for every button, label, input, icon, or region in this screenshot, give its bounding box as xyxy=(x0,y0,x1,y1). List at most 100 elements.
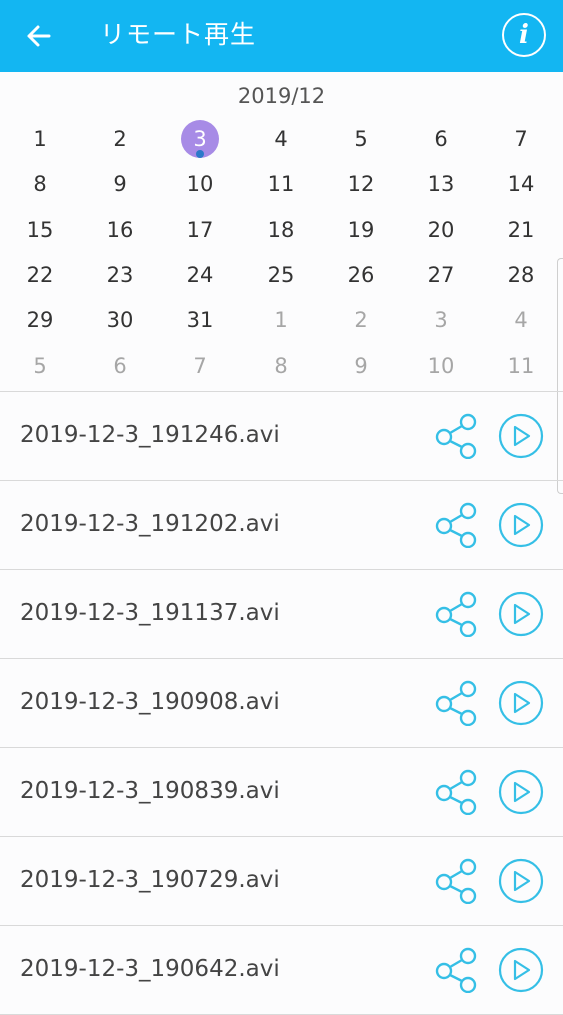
play-button[interactable] xyxy=(498,769,544,815)
recording-row[interactable]: 2019-12-3_191137.avi xyxy=(0,570,563,659)
calendar-day[interactable]: 17 xyxy=(170,210,230,250)
calendar-day-number: 1 xyxy=(33,127,47,151)
calendar-day-number: 8 xyxy=(33,172,47,196)
calendar-day[interactable]: 2 xyxy=(90,119,150,159)
recording-filename: 2019-12-3_191246.avi xyxy=(20,422,280,448)
calendar-day[interactable]: 28 xyxy=(491,255,551,295)
calendar-day[interactable]: 4 xyxy=(491,300,551,340)
calendar-day[interactable]: 12 xyxy=(331,164,391,204)
calendar-day-number: 6 xyxy=(113,354,127,378)
calendar-day[interactable]: 26 xyxy=(331,255,391,295)
share-button[interactable] xyxy=(434,591,482,638)
play-button[interactable] xyxy=(498,502,544,548)
calendar-day[interactable]: 23 xyxy=(90,255,150,295)
calendar-day-number: 26 xyxy=(347,263,375,287)
calendar-day[interactable]: 24 xyxy=(170,255,230,295)
share-button[interactable] xyxy=(434,769,482,816)
calendar-day[interactable]: 29 xyxy=(10,300,70,340)
calendar-day[interactable]: 3 xyxy=(411,300,471,340)
calendar-day[interactable]: 27 xyxy=(411,255,471,295)
calendar-day-selected[interactable]: 3 xyxy=(170,119,230,159)
calendar-day-number: 2 xyxy=(354,308,368,332)
calendar-day[interactable]: 5 xyxy=(10,346,70,386)
share-button[interactable] xyxy=(434,413,482,460)
share-icon xyxy=(435,502,477,549)
calendar-day-number: 14 xyxy=(507,172,535,196)
recording-filename: 2019-12-3_191137.avi xyxy=(20,600,280,626)
calendar-day-number: 22 xyxy=(26,263,54,287)
play-icon xyxy=(498,680,544,726)
calendar-day-number: 7 xyxy=(514,127,528,151)
calendar-day[interactable]: 13 xyxy=(411,164,471,204)
calendar-day[interactable]: 6 xyxy=(411,119,471,159)
recording-filename: 2019-12-3_190839.avi xyxy=(20,778,280,804)
share-button[interactable] xyxy=(434,502,482,549)
calendar-day[interactable]: 7 xyxy=(170,346,230,386)
share-button[interactable] xyxy=(434,858,482,905)
calendar-day[interactable]: 6 xyxy=(90,346,150,386)
calendar-day-number: 12 xyxy=(347,172,375,196)
calendar-day[interactable]: 11 xyxy=(251,164,311,204)
share-button[interactable] xyxy=(434,680,482,727)
play-button[interactable] xyxy=(498,947,544,993)
calendar-day[interactable]: 8 xyxy=(10,164,70,204)
recording-row[interactable]: 2019-12-3_190729.avi xyxy=(0,837,563,926)
calendar-day-number: 30 xyxy=(106,308,134,332)
calendar-day-number: 6 xyxy=(434,127,448,151)
calendar-day[interactable]: 8 xyxy=(251,346,311,386)
calendar-day-number: 5 xyxy=(354,127,368,151)
share-icon xyxy=(435,413,477,460)
calendar-day-number: 29 xyxy=(26,308,54,332)
recording-filename: 2019-12-3_190729.avi xyxy=(20,867,280,893)
recording-indicator-dot xyxy=(196,150,204,158)
calendar-day[interactable]: 20 xyxy=(411,210,471,250)
play-button[interactable] xyxy=(498,680,544,726)
calendar-day[interactable]: 1 xyxy=(10,119,70,159)
calendar-day[interactable]: 10 xyxy=(170,164,230,204)
calendar-day-number: 3 xyxy=(181,120,219,158)
calendar-day-number: 27 xyxy=(427,263,455,287)
calendar-day-number: 4 xyxy=(514,308,528,332)
play-button[interactable] xyxy=(498,413,544,459)
calendar-day[interactable]: 16 xyxy=(90,210,150,250)
calendar-day[interactable]: 31 xyxy=(170,300,230,340)
calendar-day[interactable]: 14 xyxy=(491,164,551,204)
calendar-day-number: 24 xyxy=(186,263,214,287)
play-button[interactable] xyxy=(498,858,544,904)
calendar-day[interactable]: 1 xyxy=(251,300,311,340)
calendar-day[interactable]: 19 xyxy=(331,210,391,250)
recording-filename: 2019-12-3_190908.avi xyxy=(20,689,280,715)
calendar-day[interactable]: 4 xyxy=(251,119,311,159)
calendar-day[interactable]: 15 xyxy=(10,210,70,250)
calendar-day[interactable]: 10 xyxy=(411,346,471,386)
share-icon xyxy=(435,858,477,905)
calendar-day[interactable]: 18 xyxy=(251,210,311,250)
calendar-day[interactable]: 9 xyxy=(90,164,150,204)
calendar-day[interactable]: 22 xyxy=(10,255,70,295)
info-button[interactable]: i xyxy=(502,13,546,57)
calendar-day[interactable]: 25 xyxy=(251,255,311,295)
calendar-day[interactable]: 30 xyxy=(90,300,150,340)
calendar-day[interactable]: 5 xyxy=(331,119,391,159)
recording-row[interactable]: 2019-12-3_190839.avi xyxy=(0,748,563,837)
recording-row[interactable]: 2019-12-3_191202.avi xyxy=(0,481,563,570)
calendar-day[interactable]: 2 xyxy=(331,300,391,340)
play-button[interactable] xyxy=(498,591,544,637)
calendar-day[interactable]: 9 xyxy=(331,346,391,386)
calendar-day[interactable]: 7 xyxy=(491,119,551,159)
calendar-day-number: 21 xyxy=(507,218,535,242)
recording-filename: 2019-12-3_191202.avi xyxy=(20,511,280,537)
play-icon xyxy=(498,591,544,637)
calendar-day[interactable]: 21 xyxy=(491,210,551,250)
calendar-day-number: 20 xyxy=(427,218,455,242)
calendar-day-number: 7 xyxy=(193,354,207,378)
recording-row[interactable]: 2019-12-3_190908.avi xyxy=(0,659,563,748)
share-icon xyxy=(435,947,477,994)
recording-row[interactable]: 2019-12-3_190642.avi xyxy=(0,926,563,1015)
recording-row[interactable]: 2019-12-3_191246.avi xyxy=(0,392,563,481)
share-button[interactable] xyxy=(434,947,482,994)
info-icon: i xyxy=(519,20,529,50)
calendar-day-number: 3 xyxy=(434,308,448,332)
calendar-day[interactable]: 11 xyxy=(491,346,551,386)
back-button[interactable] xyxy=(18,16,58,56)
